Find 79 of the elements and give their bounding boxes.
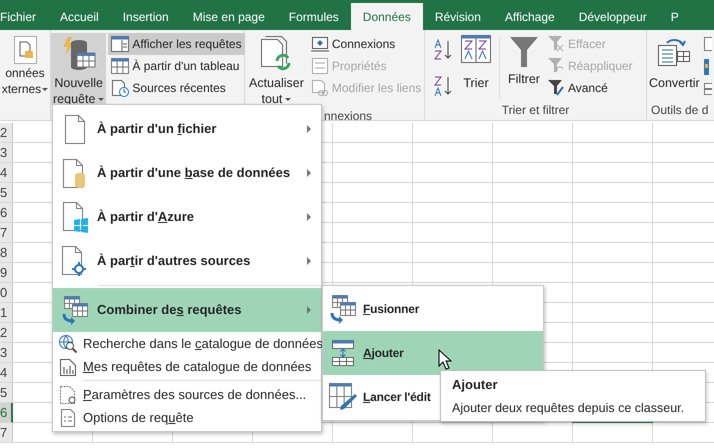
row-number: 1	[0, 303, 13, 323]
new-query-button[interactable]: Nouvelle requête	[51, 33, 106, 105]
append-tables-icon	[331, 339, 355, 367]
table-icon	[111, 58, 130, 74]
row-number: 7	[0, 423, 13, 443]
windows-icon	[62, 201, 88, 233]
menu-item[interactable]: À partir d'un fichier	[53, 107, 321, 151]
row-number: 4	[0, 363, 13, 383]
ribbon-tab[interactable]: Insertion	[110, 3, 181, 30]
crosshair-icon	[61, 245, 89, 277]
clear-filter-icon	[546, 35, 565, 53]
document-icon	[64, 114, 86, 144]
ribbon-button[interactable]: Afficher les requêtes	[108, 33, 245, 55]
row-number: 4	[0, 163, 13, 183]
refresh-all-button[interactable]: Actualiser tout	[247, 33, 306, 109]
row-number: 5	[0, 183, 13, 203]
sort-button[interactable]: Trier	[459, 33, 493, 93]
properties-icon	[310, 58, 329, 74]
filter-button[interactable]: Filtrer	[506, 33, 542, 89]
menu-item[interactable]: Combiner des requêtes	[53, 288, 321, 332]
advanced-filter-icon	[546, 79, 565, 97]
settings-icon	[59, 384, 77, 404]
database-icon	[12, 35, 38, 65]
tooltip-title: Ajouter	[452, 376, 498, 394]
menu-item[interactable]: Paramètres des sources de données...	[53, 383, 321, 406]
convert-button[interactable]: Convertir	[647, 33, 702, 93]
ribbon-button[interactable]: Avancé	[544, 77, 636, 99]
group-label: nnexions	[324, 109, 372, 123]
menu-item[interactable]: À partir d'Azure	[53, 195, 321, 239]
ribbon-tab[interactable]: Affichage	[492, 3, 567, 30]
ribbon-tab[interactable]: Mise en page	[180, 3, 277, 30]
filter-icon	[508, 35, 539, 69]
menu-item[interactable]: Options de requête	[53, 406, 321, 429]
options-icon	[60, 408, 76, 428]
link-icon	[310, 80, 329, 96]
ribbon-tab[interactable]: Données	[350, 3, 423, 30]
ribbon-tab[interactable]: Développeur	[566, 3, 659, 30]
menu-item[interactable]: Fusionner	[323, 287, 543, 331]
row-number: 7	[0, 223, 13, 243]
row-number: 6	[0, 403, 13, 423]
ribbon-tab[interactable]: Accueil	[48, 3, 111, 30]
row-number: 5	[0, 383, 13, 403]
menu-item[interactable]: Recherche dans le catalogue de données	[53, 332, 321, 355]
chart-document-icon	[59, 358, 77, 376]
menu-item[interactable]: Mes requêtes de catalogue de données	[53, 355, 321, 378]
ribbon-tab[interactable]: Fichier	[0, 3, 48, 30]
sort-descending-icon	[433, 75, 453, 97]
ribbon-tab[interactable]: P	[658, 3, 691, 30]
monitor-icon	[310, 36, 329, 52]
sort-ascending-icon	[433, 39, 453, 61]
clock-icon	[111, 79, 130, 97]
sort-icon	[461, 35, 491, 63]
ribbon-button[interactable]: Connexions	[308, 33, 424, 55]
ribbon-button[interactable]: À partir d'un tableau	[108, 55, 245, 77]
database-icon	[62, 158, 88, 188]
ribbon-tab[interactable]: Révision	[422, 3, 493, 30]
menu-item[interactable]: À partir d'autres sources	[53, 239, 321, 283]
reapply-filter-icon	[546, 57, 565, 75]
group-label: Outils de d	[651, 103, 708, 117]
row-number: 3	[0, 343, 13, 363]
ribbon-button[interactable]: Sources récentes	[108, 77, 245, 99]
row-number: 6	[0, 203, 13, 223]
search-globe-icon	[58, 334, 78, 354]
row-number: 0	[0, 283, 13, 303]
tooltip-text: Ajouter deux requêtes depuis ce classeur.	[452, 400, 686, 417]
row-number: 2	[0, 323, 13, 343]
row-number: 8	[0, 243, 13, 263]
row-number: 9	[0, 263, 13, 283]
row-number: 2	[0, 123, 13, 143]
external-data-button[interactable]: onnées xternes	[0, 33, 50, 99]
combine-tables-icon	[60, 295, 90, 325]
row-number: 3	[0, 143, 13, 163]
query-pane-icon	[111, 36, 130, 52]
ribbon-tab[interactable]: Formules	[276, 3, 351, 30]
menu-item[interactable]: Ajouter	[323, 331, 543, 375]
table-pencil-icon	[328, 382, 358, 412]
menu-item[interactable]: À partir d'une base de données	[53, 151, 321, 195]
merge-tables-icon	[328, 294, 358, 324]
group-label: Trier et filtrer	[502, 103, 570, 117]
